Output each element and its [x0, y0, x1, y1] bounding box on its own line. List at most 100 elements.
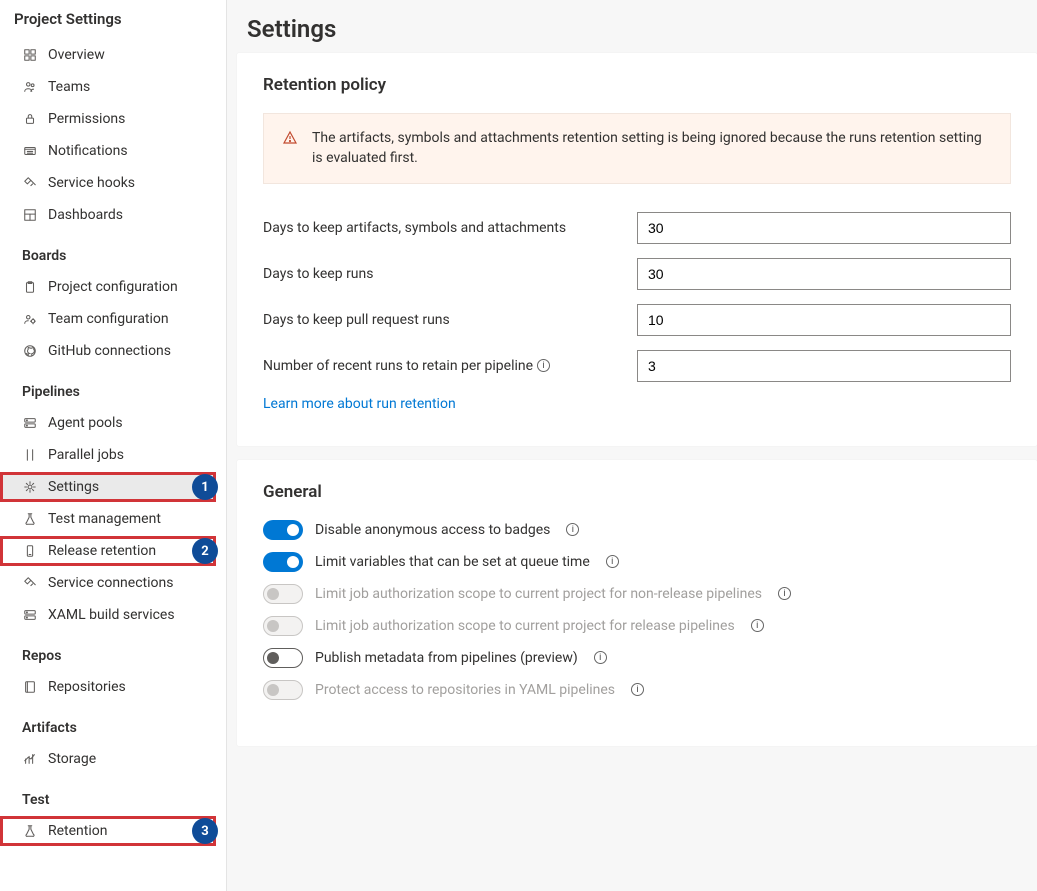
github-icon [22, 343, 38, 359]
sidebar-item-label: Repositories [48, 679, 126, 695]
page-title: Settings [237, 15, 1037, 43]
sidebar-item-storage[interactable]: Storage [0, 744, 216, 774]
sidebar-item-label: Service connections [48, 575, 173, 591]
sidebar-item-label: Permissions [48, 111, 125, 127]
info-icon[interactable]: i [631, 683, 644, 696]
learn-more-link[interactable]: Learn more about run retention [263, 396, 456, 412]
toggle-switch[interactable] [263, 520, 303, 540]
retention-input[interactable] [637, 258, 1011, 290]
toggle-switch [263, 680, 303, 700]
toggle-row: Publish metadata from pipelines (preview… [263, 648, 1011, 668]
sidebar-item-repositories[interactable]: Repositories [0, 672, 216, 702]
retention-input[interactable] [637, 212, 1011, 244]
sidebar-item-label: Teams [48, 79, 90, 95]
retention-field-row: Days to keep pull request runs [263, 304, 1011, 336]
parallel-icon [22, 447, 38, 463]
gear-icon [22, 479, 38, 495]
info-icon[interactable]: i [751, 619, 764, 632]
toggle-label: Publish metadata from pipelines (preview… [315, 650, 578, 666]
clipboard-icon [22, 279, 38, 295]
toggle-row: Limit job authorization scope to current… [263, 584, 1011, 604]
sidebar: Project Settings Overview Teams Permission… [0, 0, 227, 891]
sidebar-item-label: Test management [48, 511, 161, 527]
sidebar-item-teams[interactable]: Teams [0, 72, 216, 102]
toggle-row: Limit variables that can be set at queue… [263, 552, 1011, 572]
retention-input[interactable] [637, 350, 1011, 382]
toggle-label: Disable anonymous access to badges [315, 522, 550, 538]
info-icon[interactable]: i [566, 523, 579, 536]
sidebar-item-release-retention[interactable]: Release retention [0, 536, 216, 566]
sidebar-item-parallel-jobs[interactable]: Parallel jobs [0, 440, 216, 470]
retention-heading: Retention policy [263, 75, 1011, 95]
sidebar-item-project-configuration[interactable]: Project configuration [0, 272, 216, 302]
sidebar-item-xaml-build-services[interactable]: XAML build services [0, 600, 216, 630]
sidebar-heading-test: Test [0, 776, 226, 814]
dashboard-icon [22, 207, 38, 223]
sidebar-heading-artifacts: Artifacts [0, 704, 226, 742]
sidebar-item-service-connections[interactable]: Service connections [0, 568, 216, 598]
toggle-label: Limit job authorization scope to current… [315, 618, 735, 634]
retention-field-label: Days to keep runs [263, 266, 637, 282]
sidebar-item-overview[interactable]: Overview [0, 40, 216, 70]
sidebar-item-retention[interactable]: Retention [0, 816, 216, 846]
general-card: General Disable anonymous access to badg… [237, 460, 1037, 746]
alert-text: The artifacts, symbols and attachments r… [312, 128, 992, 169]
general-heading: General [263, 482, 1011, 502]
sidebar-item-label: Release retention [48, 543, 156, 559]
sidebar-heading-boards: Boards [0, 232, 226, 270]
toggle-label: Limit job authorization scope to current… [315, 586, 762, 602]
sidebar-item-team-configuration[interactable]: Team configuration [0, 304, 216, 334]
retention-field-row: Number of recent runs to retain per pipe… [263, 350, 1011, 382]
info-icon[interactable]: i [594, 651, 607, 664]
sidebar-item-github-connections[interactable]: GitHub connections [0, 336, 216, 366]
retention-field-row: Days to keep artifacts, symbols and atta… [263, 212, 1011, 244]
sidebar-item-label: Overview [48, 47, 105, 63]
sidebar-item-label: Notifications [48, 143, 128, 159]
callout-badge: 1 [192, 474, 218, 500]
sidebar-item-test-management[interactable]: Test management [0, 504, 216, 534]
sidebar-item-label: Agent pools [48, 415, 123, 431]
sidebar-item-agent-pools[interactable]: Agent pools [0, 408, 216, 438]
toggle-switch [263, 616, 303, 636]
sidebar-item-label: Storage [48, 751, 96, 767]
megaphone-icon [22, 143, 38, 159]
retention-input[interactable] [637, 304, 1011, 336]
sidebar-item-label: GitHub connections [48, 343, 171, 359]
sidebar-item-service-hooks[interactable]: Service hooks [0, 168, 216, 198]
sidebar-item-label: Retention [48, 823, 108, 839]
toggle-label: Limit variables that can be set at queue… [315, 554, 590, 570]
toggle-row: Disable anonymous access to badges i [263, 520, 1011, 540]
info-icon[interactable]: i [537, 359, 550, 372]
sidebar-item-notifications[interactable]: Notifications [0, 136, 216, 166]
retention-card: Retention policy The artifacts, symbols … [237, 53, 1037, 446]
plug-icon [22, 575, 38, 591]
teams-icon [22, 79, 38, 95]
main-content: Settings Retention policy The artifacts,… [227, 0, 1037, 891]
toggle-row: Limit job authorization scope to current… [263, 616, 1011, 636]
sidebar-item-label: Parallel jobs [48, 447, 124, 463]
toggle-switch[interactable] [263, 552, 303, 572]
sidebar-heading-pipelines: Pipelines [0, 368, 226, 406]
sidebar-heading-repos: Repos [0, 632, 226, 670]
sidebar-item-dashboards[interactable]: Dashboards [0, 200, 216, 230]
toggle-switch[interactable] [263, 648, 303, 668]
server-icon [22, 415, 38, 431]
callout-badge: 2 [192, 538, 218, 564]
sidebar-item-settings[interactable]: Settings [0, 472, 216, 502]
sidebar-item-label: Settings [48, 479, 99, 495]
sidebar-title: Project Settings [0, 0, 226, 38]
lock-icon [22, 111, 38, 127]
info-icon[interactable]: i [606, 555, 619, 568]
sidebar-item-label: Project configuration [48, 279, 178, 295]
sidebar-item-label: Team configuration [48, 311, 169, 327]
teamgear-icon [22, 311, 38, 327]
toggle-label: Protect access to repositories in YAML p… [315, 682, 615, 698]
sidebar-item-permissions[interactable]: Permissions [0, 104, 216, 134]
sidebar-item-label: XAML build services [48, 607, 175, 623]
retention-field-label: Number of recent runs to retain per pipe… [263, 358, 637, 374]
flask-icon [22, 823, 38, 839]
info-icon[interactable]: i [778, 587, 791, 600]
sidebar-item-label: Dashboards [48, 207, 123, 223]
retention-field-row: Days to keep runs [263, 258, 1011, 290]
retention-field-label: Days to keep pull request runs [263, 312, 637, 328]
